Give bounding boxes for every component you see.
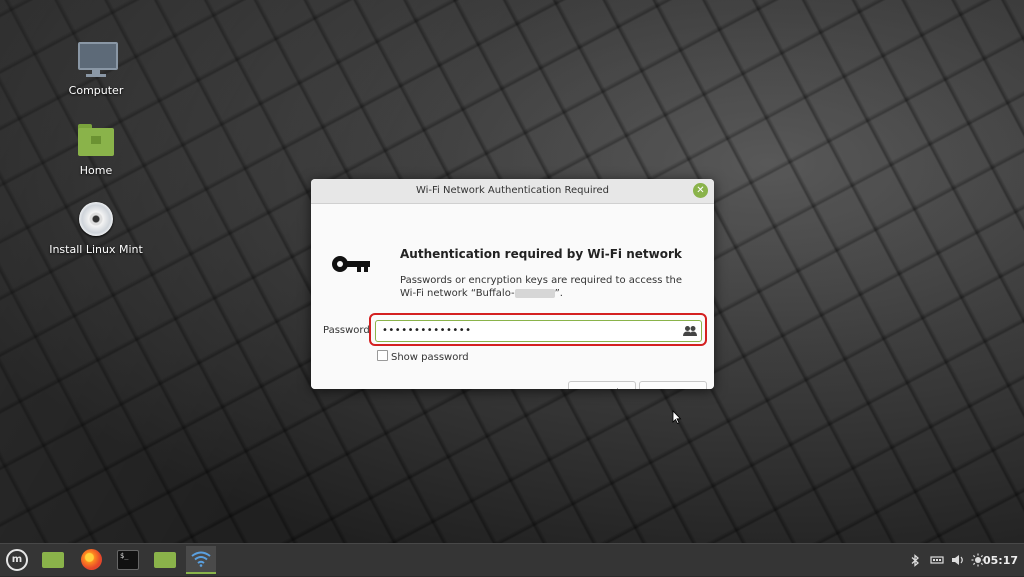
dialog-titlebar[interactable]: Wi-Fi Network Authentication Required ✕	[311, 179, 714, 204]
network-icon[interactable]	[930, 554, 944, 566]
close-button[interactable]: ✕	[693, 183, 708, 198]
key-icon	[332, 256, 370, 272]
desktop-icon-install-linux-mint[interactable]: Install Linux Mint	[46, 199, 146, 256]
desktop-icon-label: Home	[79, 164, 113, 177]
disc-icon	[76, 199, 116, 239]
show-password-checkbox[interactable]: Show password	[377, 350, 469, 363]
dialog-content: Authentication required by Wi-Fi network…	[311, 204, 714, 389]
users-icon[interactable]	[683, 325, 697, 337]
wifi-auth-dialog: Wi-Fi Network Authentication Required ✕ …	[311, 179, 714, 389]
firefox-icon	[81, 549, 102, 570]
computer-icon	[76, 40, 118, 80]
taskbar-folder-launcher[interactable]	[38, 546, 68, 574]
volume-icon[interactable]	[951, 553, 965, 567]
cancel-button[interactable]: Cancel	[568, 381, 636, 389]
taskbar-firefox-launcher[interactable]	[76, 546, 106, 574]
mint-menu-icon: m	[6, 549, 28, 571]
dialog-heading: Authentication required by Wi-Fi network	[400, 247, 682, 261]
files-icon	[154, 552, 176, 568]
desktop-icon-label: Install Linux Mint	[49, 243, 143, 256]
taskbar-files-launcher[interactable]	[150, 546, 180, 574]
folder-icon	[42, 552, 64, 568]
bluetooth-icon[interactable]	[910, 554, 920, 567]
desktop-icon-label: Computer	[68, 84, 124, 97]
password-label: Password	[323, 325, 370, 336]
password-field[interactable]: ••••••••••••••	[375, 320, 702, 342]
taskbar: m $_ 05:17	[0, 543, 1024, 576]
taskbar-terminal-launcher[interactable]: $_	[113, 546, 143, 574]
dialog-message: Passwords or encryption keys are require…	[400, 274, 700, 300]
mouse-cursor-icon	[672, 410, 682, 424]
desktop: Computer Home Install Linux Mint Wi-Fi N…	[0, 0, 1024, 543]
connect-button[interactable]: Connect	[639, 381, 707, 389]
wifi-icon	[191, 551, 211, 567]
taskbar-wifi-dialog-window[interactable]	[186, 546, 216, 574]
show-password-label: Show password	[391, 352, 469, 363]
desktop-icon-computer[interactable]: Computer	[46, 40, 146, 97]
redacted-ssid	[514, 288, 555, 298]
dialog-title: Wi-Fi Network Authentication Required	[415, 185, 610, 196]
clock[interactable]: 05:17	[983, 544, 1018, 577]
close-icon: ✕	[696, 185, 705, 196]
terminal-icon: $_	[117, 550, 139, 570]
checkbox-box[interactable]	[377, 350, 388, 361]
mint-menu-button[interactable]: m	[2, 546, 32, 574]
desktop-icon-home[interactable]: Home	[46, 120, 146, 177]
message-suffix: ”.	[554, 288, 563, 299]
home-folder-icon	[76, 120, 116, 160]
